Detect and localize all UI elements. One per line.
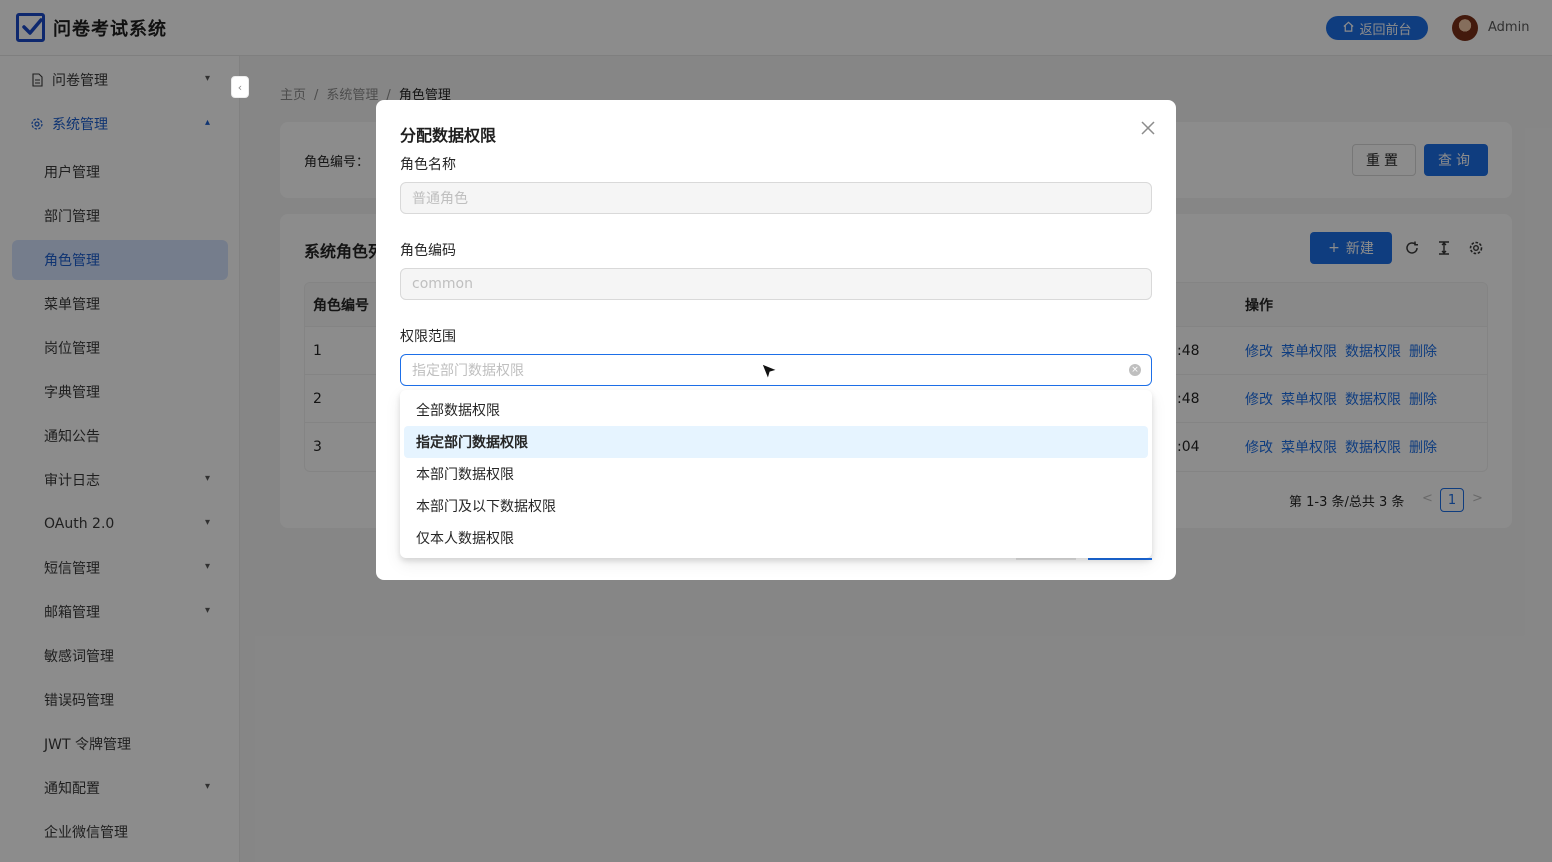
- sidebar-collapse-button[interactable]: ‹: [231, 76, 249, 98]
- role-code-field: common: [400, 268, 1152, 300]
- chevron-left-icon: ‹: [237, 80, 243, 94]
- role-code-label: 角色编码: [400, 243, 456, 259]
- option-all-data[interactable]: 全部数据权限: [404, 394, 1148, 426]
- mouse-cursor-icon: [760, 362, 780, 386]
- role-name-label: 角色名称: [400, 157, 456, 173]
- scope-dropdown: 全部数据权限 指定部门数据权限 本部门数据权限 本部门及以下数据权限 仅本人数据…: [400, 390, 1152, 558]
- option-own-dept[interactable]: 本部门数据权限: [404, 458, 1148, 490]
- option-self-only[interactable]: 仅本人数据权限: [404, 522, 1148, 554]
- option-dept-and-below[interactable]: 本部门及以下数据权限: [404, 490, 1148, 522]
- scope-select-value: 指定部门数据权限: [412, 363, 524, 379]
- role-name-field: 普通角色: [400, 182, 1152, 214]
- scope-label: 权限范围: [400, 329, 456, 345]
- option-specified-dept[interactable]: 指定部门数据权限: [404, 426, 1148, 458]
- clear-icon[interactable]: ×: [1129, 364, 1141, 376]
- modal-title: 分配数据权限: [400, 126, 497, 145]
- close-icon[interactable]: [1138, 118, 1158, 138]
